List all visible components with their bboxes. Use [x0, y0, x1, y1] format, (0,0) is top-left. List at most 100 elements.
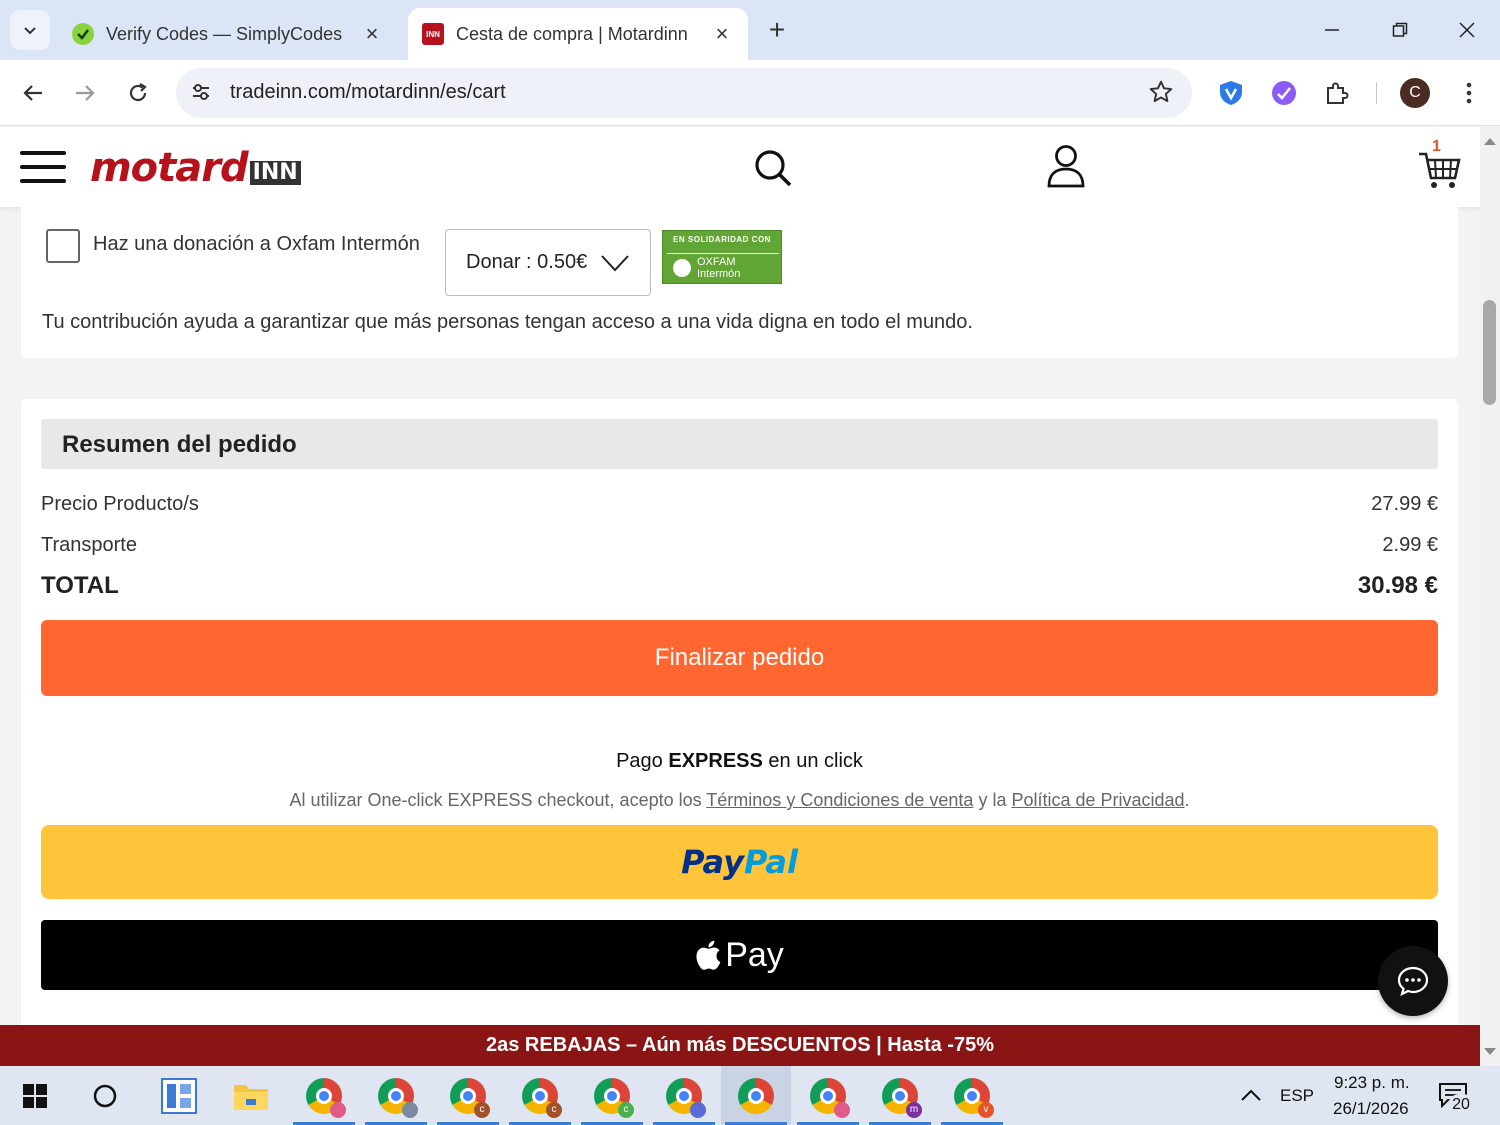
chrome-icon	[738, 1077, 774, 1114]
donation-checkbox[interactable]	[46, 229, 80, 263]
tab-motardinn[interactable]: INN Cesta de compra | Motardinn ×	[408, 8, 748, 60]
promo-banner[interactable]: 2as REBAJAS – Aún más DESCUENTOS | Hasta…	[0, 1025, 1480, 1066]
paypal-button[interactable]: PayPal	[41, 825, 1438, 899]
new-tab-button[interactable]: +	[762, 16, 792, 46]
browser-toolbar: tradeinn.com/motardinn/es/cart C	[0, 60, 1500, 126]
close-icon[interactable]: ×	[710, 21, 734, 47]
taskbar-chrome-4[interactable]: c	[505, 1066, 575, 1125]
terms-link[interactable]: Términos y Condiciones de venta	[706, 790, 973, 810]
express-prefix: Pago	[616, 750, 669, 772]
minimize-button[interactable]	[1312, 14, 1352, 46]
tray-time[interactable]: 9:23 p. m.	[1334, 1073, 1410, 1093]
donation-description: Tu contribución ayuda a garantizar que m…	[42, 311, 973, 333]
user-account-icon[interactable]	[1044, 143, 1088, 189]
chat-bubble-icon	[1397, 966, 1429, 996]
shield-extension-icon[interactable]	[1216, 78, 1246, 108]
restore-button[interactable]	[1380, 14, 1420, 46]
minimize-icon	[1325, 29, 1339, 31]
chrome-badge: c	[618, 1101, 634, 1118]
motardinn-logo[interactable]: motard INN	[90, 145, 301, 191]
task-view-button[interactable]	[144, 1066, 214, 1125]
chat-button[interactable]	[1378, 946, 1448, 1016]
apple-pay-label: Pay	[725, 935, 784, 974]
close-window-button[interactable]	[1447, 14, 1487, 46]
scroll-down-arrow-icon[interactable]	[1483, 1047, 1497, 1057]
close-icon	[1459, 22, 1475, 38]
taskbar-chrome-2[interactable]	[361, 1066, 431, 1125]
site-header: motard INN	[0, 127, 1480, 207]
oxfam-logo-icon	[673, 258, 691, 277]
address-bar[interactable]: tradeinn.com/motardinn/es/cart	[176, 68, 1192, 118]
site-settings-icon[interactable]	[190, 81, 212, 108]
cart-count-badge: 1	[1432, 138, 1441, 155]
forward-button[interactable]	[66, 74, 104, 112]
browser-menu-icon[interactable]	[1454, 78, 1484, 108]
oxfam-badge: EN SOLIDARIDAD CON OXFAM Intermón	[662, 230, 782, 284]
arrow-left-icon	[23, 85, 42, 101]
donation-label: Haz una donación a Oxfam Intermón	[93, 233, 420, 255]
express-legal-text: Al utilizar One-click EXPRESS checkout, …	[41, 790, 1438, 811]
taskbar-chrome-9[interactable]: m	[865, 1066, 935, 1125]
finish-order-button[interactable]: Finalizar pedido	[41, 620, 1438, 696]
puzzle-extensions-icon[interactable]	[1322, 78, 1352, 108]
donation-amount-select[interactable]: Donar : 0.50€	[445, 229, 651, 296]
profile-avatar[interactable]: C	[1400, 78, 1430, 108]
tray-date[interactable]: 26/1/2026	[1333, 1099, 1409, 1119]
tab-simplycodes[interactable]: Verify Codes — SimplyCodes ×	[58, 8, 398, 60]
donation-amount-value: Donar : 0.50€	[466, 251, 588, 273]
total-value: 30.98 €	[1357, 572, 1438, 599]
page-scrollbar-thumb[interactable]	[1483, 300, 1496, 405]
cortana-search-button[interactable]	[70, 1066, 140, 1125]
apple-logo-icon	[696, 940, 721, 970]
apple-pay-button[interactable]: Pay	[41, 920, 1438, 990]
reload-button[interactable]	[119, 74, 157, 112]
chrome-badge: m	[906, 1101, 922, 1118]
chrome-icon: c	[450, 1077, 490, 1118]
taskbar-chrome-1[interactable]	[289, 1066, 359, 1125]
legal-prefix: Al utilizar One-click EXPRESS checkout, …	[289, 790, 707, 810]
back-button[interactable]	[14, 74, 52, 112]
order-summary-card: Resumen del pedido Precio Producto/s 27.…	[21, 399, 1458, 1039]
express-bold: EXPRESS	[668, 750, 763, 772]
chrome-icon: c	[522, 1077, 562, 1118]
oxfam-badge-text: OXFAM Intermón	[697, 255, 741, 280]
arrow-right-icon	[76, 85, 95, 101]
summary-row-total: TOTAL 30.98 €	[41, 572, 1438, 600]
taskbar-chrome-3[interactable]: c	[433, 1066, 503, 1125]
notification-center-button[interactable]: 20	[1438, 1082, 1478, 1116]
notification-count: 20	[1448, 1094, 1474, 1116]
tray-language[interactable]: ESP	[1280, 1086, 1314, 1106]
express-title: Pago EXPRESS en un click	[41, 750, 1438, 773]
taskbar-chrome-7-active[interactable]	[721, 1066, 791, 1125]
chrome-badge: v	[978, 1101, 994, 1118]
purple-extension-icon[interactable]	[1269, 78, 1299, 108]
total-label: TOTAL	[41, 572, 119, 599]
scroll-up-arrow-icon[interactable]	[1483, 136, 1497, 146]
chrome-badge: c	[474, 1101, 490, 1118]
chrome-badge	[834, 1101, 850, 1118]
tab-search-button[interactable]	[10, 10, 50, 50]
chrome-badge	[762, 1102, 778, 1118]
taskbar-chrome-8[interactable]	[793, 1066, 863, 1125]
page-scrollbar-track[interactable]	[1480, 127, 1500, 1065]
taskbar-chrome-5[interactable]: c	[577, 1066, 647, 1125]
tray-chevron-up-icon[interactable]	[1240, 1088, 1262, 1102]
search-icon[interactable]	[752, 147, 794, 189]
bookmark-star-icon[interactable]	[1148, 79, 1174, 110]
start-button[interactable]	[0, 1066, 70, 1125]
taskbar-chrome-6[interactable]	[649, 1066, 719, 1125]
summary-row-value: 2.99 €	[1382, 534, 1438, 556]
chrome-badge	[402, 1101, 418, 1118]
tab-title: Verify Codes — SimplyCodes	[106, 23, 343, 44]
logo-text: motard	[90, 145, 249, 191]
chrome-icon: m	[882, 1077, 922, 1118]
close-icon[interactable]: ×	[360, 21, 384, 47]
privacy-link[interactable]: Política de Privacidad	[1011, 790, 1184, 810]
taskbar-chrome-10[interactable]: v	[937, 1066, 1007, 1125]
paypal-logo: PayPal	[681, 843, 798, 881]
legal-mid: y la	[973, 790, 1012, 810]
file-explorer-button[interactable]	[216, 1066, 286, 1125]
summary-row-label: Precio Producto/s	[41, 493, 199, 515]
windows-taskbar: c c c m v ESP 9:23 p. m. 26/1/2026 20	[0, 1066, 1500, 1125]
hamburger-menu-icon[interactable]	[20, 151, 66, 185]
